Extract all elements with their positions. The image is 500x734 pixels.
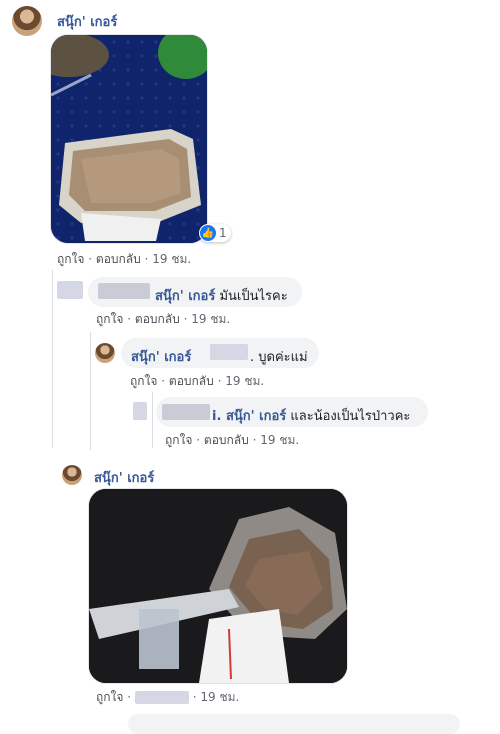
reply-link[interactable]: ตอบกลับ bbox=[169, 374, 214, 388]
food-package-photo bbox=[89, 489, 347, 683]
comment-photo[interactable] bbox=[50, 34, 208, 244]
redacted-name bbox=[98, 283, 150, 299]
reply-thread-line bbox=[52, 270, 53, 448]
avatar[interactable] bbox=[12, 6, 42, 36]
reply-link[interactable]: ตอบกลับ bbox=[96, 252, 141, 266]
timestamp[interactable]: 19 ชม. bbox=[260, 433, 299, 447]
next-comment-bubble bbox=[128, 714, 460, 734]
comment-actions: ถูกใจ · ตอบกลับ · 19 ชม. bbox=[96, 312, 231, 326]
comment-actions: ถูกใจ · ตอบกลับ · 19 ชม. bbox=[130, 374, 265, 388]
mention-link[interactable]: สนุ๊ก' เกอร์ bbox=[155, 289, 215, 304]
timestamp[interactable]: 19 ชม. bbox=[152, 252, 191, 266]
like-icon: 👍 bbox=[200, 225, 216, 241]
comment-photo[interactable] bbox=[88, 488, 348, 684]
comment-actions: ถูกใจ · ตอบกลับ · 19 ชม. bbox=[57, 252, 192, 266]
food-package-photo bbox=[51, 35, 207, 243]
reply-link[interactable]: ตอบกลับ bbox=[135, 312, 180, 326]
timestamp[interactable]: 19 ชม. bbox=[200, 690, 239, 704]
comment-author[interactable]: สนุ๊ก' เกอร์ bbox=[94, 467, 154, 488]
comment-author[interactable]: สนุ๊ก' เกอร์ bbox=[57, 11, 117, 32]
like-link[interactable]: ถูกใจ bbox=[57, 252, 84, 266]
like-link[interactable]: ถูกใจ bbox=[165, 433, 192, 447]
comment-actions: ถูกใจ · · 19 ชม. bbox=[96, 690, 240, 704]
reaction-summary[interactable]: 👍 1 bbox=[199, 224, 231, 242]
timestamp[interactable]: 19 ชม. bbox=[191, 312, 230, 326]
redacted-name bbox=[210, 344, 248, 360]
like-link[interactable]: ถูกใจ bbox=[130, 374, 157, 388]
reply-thread-line bbox=[152, 392, 153, 448]
reply-link[interactable]: ตอบกลับ bbox=[204, 433, 249, 447]
like-link[interactable]: ถูกใจ bbox=[96, 312, 123, 326]
avatar[interactable] bbox=[95, 343, 115, 363]
comment-text: สนุ๊ก' เกอร์ มันเป็นไรคะ bbox=[155, 289, 288, 304]
timestamp[interactable]: 19 ชม. bbox=[225, 374, 264, 388]
redacted-avatar bbox=[57, 281, 83, 299]
comment-actions: ถูกใจ · ตอบกลับ · 19 ชม. bbox=[165, 433, 300, 447]
avatar[interactable] bbox=[62, 465, 82, 485]
redacted-action bbox=[134, 691, 189, 704]
reaction-count: 1 bbox=[219, 226, 227, 240]
comment-author[interactable]: สนุ๊ก' เกอร์ bbox=[131, 346, 191, 367]
reply-thread-line bbox=[90, 332, 91, 450]
comment-text: . บูดค่ะแม่ bbox=[250, 350, 308, 365]
redacted-name bbox=[162, 404, 210, 420]
mention-link[interactable]: i. สนุ๊ก' เกอร์ bbox=[212, 409, 286, 424]
redacted-avatar bbox=[133, 402, 147, 420]
comment-text: i. สนุ๊ก' เกอร์ และน้องเป็นไรป่าวคะ bbox=[212, 409, 411, 424]
like-link[interactable]: ถูกใจ bbox=[96, 690, 123, 704]
